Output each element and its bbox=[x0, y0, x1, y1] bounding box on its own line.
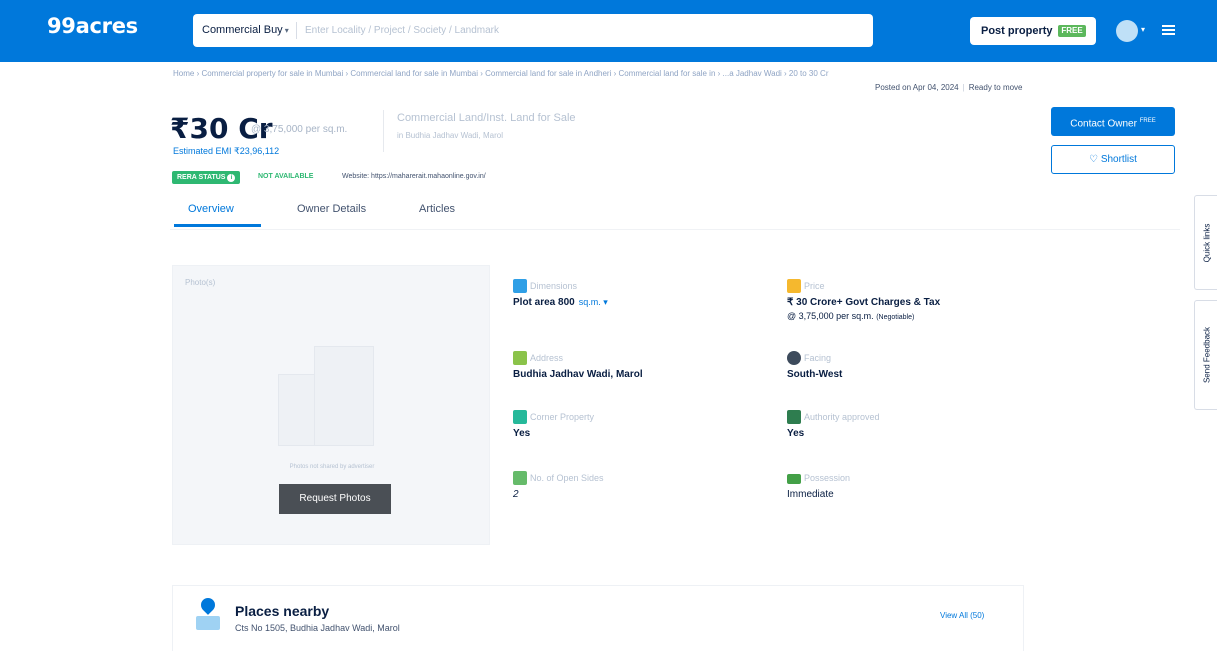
price-rate: @ 3,75,000 per sq.m. (Negotiable) bbox=[787, 311, 914, 321]
corner-property-value: Yes bbox=[513, 428, 531, 439]
info-icon: i bbox=[227, 174, 236, 182]
rera-status-value: NOT AVAILABLE bbox=[258, 173, 314, 180]
approved-document-icon bbox=[787, 410, 801, 424]
signpost-icon bbox=[513, 351, 527, 365]
site-logo[interactable]: 99acres bbox=[47, 14, 138, 38]
map-pin-icon bbox=[196, 595, 220, 632]
user-avatar[interactable] bbox=[1116, 20, 1138, 42]
rera-status-badge[interactable]: RERA STATUS i bbox=[172, 171, 241, 184]
estimated-emi-link[interactable]: Estimated EMI ₹23,96,112 bbox=[173, 146, 279, 157]
open-sides-label: No. of Open Sides bbox=[530, 473, 604, 483]
price-value: ₹ 30 Crore+ Govt Charges & Tax bbox=[787, 297, 941, 308]
authority-approved-value: Yes bbox=[787, 428, 805, 439]
hamburger-menu-icon[interactable] bbox=[1162, 25, 1175, 35]
building-right-shape bbox=[314, 346, 374, 446]
rera-website[interactable]: Website: https://maharerait.mahaonline.g… bbox=[342, 173, 486, 180]
possession-status: Ready to move bbox=[968, 83, 1023, 92]
price-label: Price bbox=[804, 281, 825, 291]
building-placeholder-icon bbox=[278, 346, 374, 446]
location-target-icon[interactable] bbox=[941, 25, 952, 36]
tabs-divider bbox=[170, 229, 1180, 230]
active-tab-indicator bbox=[174, 224, 261, 227]
dimensions-label: Dimensions bbox=[530, 281, 578, 291]
facing-label: Facing bbox=[804, 353, 832, 363]
heart-icon: ♡ bbox=[1089, 154, 1099, 165]
breadcrumb[interactable]: Home › Commercial property for sale in M… bbox=[173, 69, 943, 78]
compass-icon bbox=[787, 351, 801, 365]
search-bar: Commercial Buy ▾ bbox=[193, 14, 1044, 47]
tab-owner-details[interactable]: Owner Details bbox=[297, 203, 366, 215]
negotiable-note: (Negotiable) bbox=[876, 314, 915, 321]
places-nearby-address: Cts No 1505, Budhia Jadhav Wadi, Marol bbox=[235, 623, 400, 633]
pin-head-shape bbox=[198, 595, 218, 615]
top-nav-bar: 99acres Commercial Buy▾ Post property FR… bbox=[0, 0, 1217, 62]
corner-property-icon bbox=[513, 410, 527, 424]
open-sides-value: 2 bbox=[513, 489, 519, 500]
free-badge: FREE bbox=[1058, 25, 1086, 37]
quick-links-label: Quick links bbox=[1202, 223, 1212, 262]
photos-not-shared-note: Photos not shared by advertiser bbox=[289, 464, 375, 470]
search-input[interactable] bbox=[305, 20, 725, 41]
address-label: Address bbox=[530, 353, 564, 363]
possession-value: Immediate bbox=[787, 489, 834, 500]
corner-property-label: Corner Property bbox=[530, 412, 595, 422]
contact-free-badge: FREE bbox=[1139, 118, 1156, 124]
plot-area-text: Plot area 800 bbox=[513, 297, 575, 308]
property-title: Commercial Land/Inst. Land for Sale bbox=[397, 112, 576, 124]
rera-badge-label: RERA STATUS bbox=[177, 174, 226, 181]
price-divider bbox=[383, 110, 384, 152]
contact-owner-button[interactable]: Contact Owner FREE bbox=[1051, 107, 1175, 136]
price-tag-icon bbox=[787, 279, 801, 293]
post-property-button[interactable]: Post property FREE bbox=[970, 17, 1096, 45]
possession-icon bbox=[787, 474, 801, 484]
tab-articles[interactable]: Articles bbox=[419, 203, 455, 215]
avatar-chevron-down-icon[interactable]: ▾ bbox=[1141, 25, 1145, 34]
chevron-down-icon: ▾ bbox=[603, 297, 608, 307]
posted-date: Posted on Apr 04, 2024 bbox=[875, 83, 959, 92]
map-base-shape bbox=[196, 616, 220, 630]
send-feedback-label: Send Feedback bbox=[1202, 326, 1212, 384]
posted-info: Posted on Apr 04, 2024 | Ready to move bbox=[875, 83, 1023, 92]
property-location: in Budhia Jadhav Wadi, Marol bbox=[397, 131, 503, 140]
search-category-dropdown[interactable]: Commercial Buy ▾ bbox=[202, 24, 289, 36]
view-all-link[interactable]: View All (50) bbox=[940, 611, 984, 620]
price-per-sqm: @ 3,75,000 per sq.m. bbox=[251, 124, 348, 135]
request-photos-button[interactable]: Request Photos bbox=[279, 484, 391, 514]
authority-approved-label: Authority approved bbox=[804, 412, 880, 422]
photo-panel: Photo(s) Photos not shared by advertiser… bbox=[172, 265, 490, 545]
shortlist-button[interactable]: ♡ Shortlist bbox=[1051, 145, 1175, 174]
places-nearby-title: Places nearby bbox=[235, 603, 330, 619]
possession-label: Possession bbox=[804, 473, 851, 483]
area-unit-label: sq.m. bbox=[578, 297, 601, 307]
facing-value: South-West bbox=[787, 369, 843, 380]
quick-links-tab[interactable]: Quick links bbox=[1194, 195, 1217, 290]
posted-separator: | bbox=[962, 83, 965, 92]
search-divider bbox=[296, 22, 297, 39]
building-left-shape bbox=[278, 374, 316, 446]
dimensions-icon bbox=[513, 279, 527, 293]
area-unit-dropdown[interactable]: sq.m. ▾ bbox=[579, 297, 608, 307]
contact-owner-label: Contact Owner bbox=[1070, 118, 1137, 130]
address-value: Budhia Jadhav Wadi, Marol bbox=[513, 369, 643, 380]
post-property-label: Post property bbox=[981, 25, 1053, 37]
shortlist-label: Shortlist bbox=[1100, 154, 1137, 165]
price-rate-text: @ 3,75,000 per sq.m. bbox=[787, 311, 874, 321]
send-feedback-tab[interactable]: Send Feedback bbox=[1194, 300, 1217, 410]
places-nearby-section: Places nearby Cts No 1505, Budhia Jadhav… bbox=[172, 585, 1024, 651]
search-category-label: Commercial Buy bbox=[202, 24, 283, 36]
tab-overview[interactable]: Overview bbox=[188, 203, 234, 215]
open-sides-icon bbox=[513, 471, 527, 485]
photos-label: Photo(s) bbox=[185, 278, 216, 287]
chevron-down-icon: ▾ bbox=[284, 26, 289, 35]
dimensions-value: Plot area 800 sq.m. ▾ bbox=[513, 297, 608, 308]
